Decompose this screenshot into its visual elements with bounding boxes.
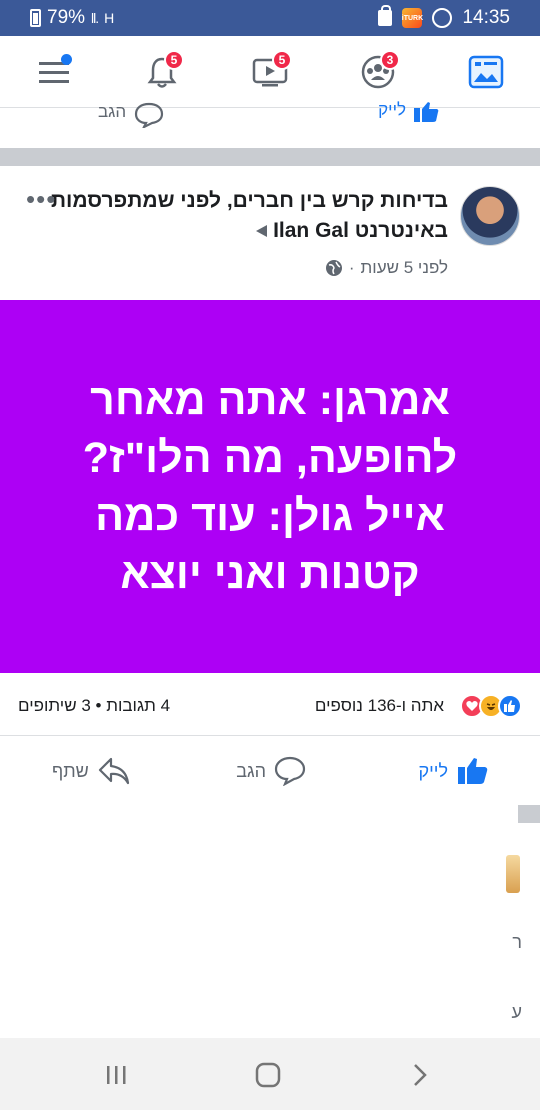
- caret-left-icon: [256, 225, 268, 237]
- battery-icon: [30, 9, 41, 27]
- chevron-right-icon: [414, 1064, 427, 1086]
- back-button[interactable]: [405, 1060, 435, 1090]
- top-navigation: 5 5 3: [0, 36, 540, 108]
- reaction-icons: [460, 694, 522, 718]
- shopping-bag-icon: [378, 5, 393, 26]
- like-label: לייק: [418, 760, 448, 781]
- prev-like-label: לייק: [378, 100, 406, 119]
- like-button[interactable]: לייק: [418, 756, 488, 786]
- whatsapp-icon: [432, 8, 453, 28]
- like-reaction-icon: [498, 694, 522, 718]
- thumbs-up-icon: [458, 758, 488, 784]
- partial-thumbnail[interactable]: [506, 855, 520, 893]
- globe-icon: [325, 260, 342, 276]
- battery-percent: 79%: [47, 7, 86, 28]
- system-navigation-bar: [0, 1038, 540, 1110]
- share-icon: [98, 757, 129, 785]
- post-time[interactable]: לפני 5 שעות: [361, 258, 448, 278]
- notifications-button[interactable]: 5: [140, 50, 184, 94]
- prev-like-button[interactable]: לייק: [378, 100, 440, 124]
- news-feed-button[interactable]: [464, 50, 508, 94]
- recent-apps-icon: [107, 1066, 126, 1084]
- more-options-icon[interactable]: •••: [26, 184, 56, 215]
- watch-button[interactable]: 5: [248, 50, 292, 94]
- menu-indicator-dot: [61, 54, 72, 65]
- post-image-text: אמרגן: אתה מאחר להופעה, מה הלו"ז? אייל ג…: [82, 375, 458, 598]
- watch-badge: 5: [272, 50, 292, 70]
- partial-text-2: ע: [511, 1002, 522, 1022]
- groups-button[interactable]: 3: [356, 50, 400, 94]
- status-bar: 79% ll. H iTURK 14:35: [0, 0, 540, 36]
- prev-comment-button[interactable]: הגב: [98, 102, 164, 128]
- scroll-indicator: [518, 805, 540, 823]
- post-image[interactable]: אמרגן: אתה מאחר להופעה, מה הלו"ז? אייל ג…: [0, 300, 540, 673]
- post-meta: לפני 5 שעות ·: [325, 258, 448, 278]
- feed-separator: [0, 148, 540, 166]
- post-group-title: בדיחות קרש בין חברים, לפני שמתפרסמות באי…: [50, 189, 448, 242]
- comment-icon: [274, 756, 306, 786]
- clock: 14:35: [462, 7, 510, 28]
- author-avatar[interactable]: [460, 186, 520, 246]
- comment-label: הגב: [236, 760, 266, 781]
- notifications-badge: 5: [164, 50, 184, 70]
- menu-button[interactable]: [32, 50, 76, 94]
- share-label: שתף: [52, 760, 89, 781]
- meta-separator: ·: [348, 258, 355, 277]
- share-button[interactable]: שתף: [52, 756, 131, 786]
- post-header: בדיחות קרש בין חברים, לפני שמתפרסמות באי…: [0, 166, 540, 300]
- previous-post-actions: לייק הגב: [0, 100, 540, 148]
- comment-icon: [135, 102, 164, 128]
- post-author-name[interactable]: Ilan Gal: [273, 216, 349, 246]
- news-feed-icon: [468, 55, 504, 89]
- home-button[interactable]: [253, 1060, 283, 1090]
- reactions-summary[interactable]: אתה ו-136 נוספים 4 תגובות • 3 שיתופים: [0, 680, 540, 736]
- groups-badge: 3: [380, 50, 400, 70]
- post-action-bar: לייק הגב שתף: [0, 736, 540, 810]
- app-notification-icon: iTURK: [402, 8, 423, 28]
- reactions-count[interactable]: אתה ו-136 נוספים: [315, 696, 444, 716]
- comment-button[interactable]: הגב: [236, 756, 306, 786]
- thumbs-up-icon: [414, 102, 439, 122]
- signal-icon: ll.: [91, 10, 99, 26]
- network-type-icon: H: [104, 10, 114, 26]
- post-title[interactable]: בדיחות קרש בין חברים, לפני שמתפרסמות באי…: [48, 186, 448, 246]
- comments-shares-count[interactable]: 4 תגובות • 3 שיתופים: [18, 696, 170, 716]
- prev-comment-label: הגב: [98, 102, 127, 121]
- home-icon: [255, 1062, 281, 1088]
- recent-apps-button[interactable]: [102, 1060, 132, 1090]
- partial-text-1: ר: [512, 932, 522, 952]
